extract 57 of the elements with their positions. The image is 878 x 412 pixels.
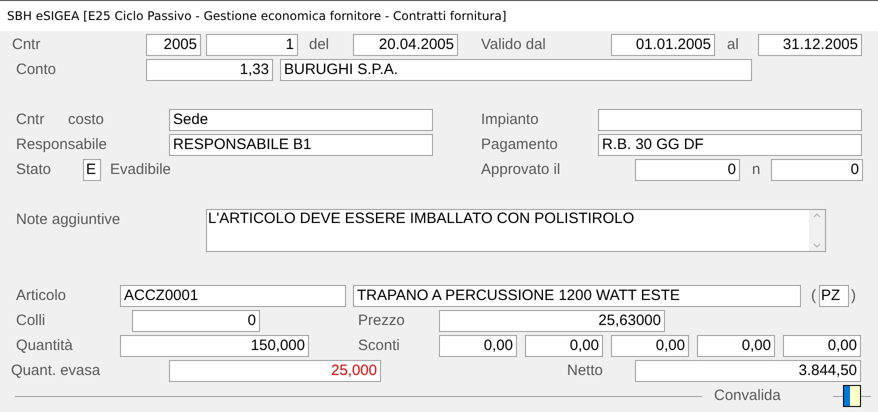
field-label: n [752,161,760,178]
field-label: del [309,36,330,53]
date-field[interactable]: 31.12.2005 [758,34,862,56]
discount-field[interactable]: 0,00 [525,335,603,357]
field-label: Valido dal [481,36,546,53]
number-field[interactable]: 1 [206,34,298,56]
field-label: al [727,36,739,53]
discount-field[interactable]: 0,00 [439,335,517,357]
approval-number-field[interactable]: 0 [771,159,863,181]
discount-field[interactable]: 0,00 [611,335,689,357]
field-label: Cntr [12,36,40,53]
field-label: Articolo [16,287,66,304]
field-label: Sconti [358,337,400,354]
field-label: Prezzo [358,312,405,329]
field-label: Approvato il [481,161,560,178]
field-label: Note aggiuntive [16,211,120,228]
cost-center-field[interactable]: Sede [169,109,433,131]
date-field[interactable]: 01.01.2005 [611,34,715,56]
discount-field[interactable]: 0,00 [783,335,861,357]
status-code-field[interactable]: E [83,159,101,181]
date-field[interactable]: 20.04.2005 [353,34,458,56]
article-code-field[interactable]: ACCZ0001 [120,285,346,307]
approval-date-field[interactable]: 0 [635,159,740,181]
field-label: Cntr [16,111,44,128]
field-label: Colli [16,312,46,329]
field-label: Quantità [16,337,73,354]
field-label: costo [68,111,104,128]
field-label: Netto [567,362,603,379]
field-label: Pagamento [481,136,558,153]
plant-field[interactable] [598,109,862,131]
field-label: Quant. evasa [11,362,100,379]
window-title: SBH eSIGEA [E25 Ciclo Passivo - Gestione economica fornitore - Contratti fornitura] [0,1,878,31]
unit-field[interactable]: PZ [819,285,849,307]
field-label: Stato [16,161,52,178]
field-label: Impianto [481,111,539,128]
parenthesis: ) [851,287,856,304]
account-code-field[interactable]: 1,33 [146,59,273,81]
field-label: Conto [16,61,56,78]
quantity-field[interactable]: 150,000 [120,335,309,357]
notes-field[interactable]: L'ARTICOLO DEVE ESSERE IMBALLATO CON POLISTIROLO [206,209,826,252]
payment-field[interactable]: R.B. 30 GG DF [598,134,862,156]
scroll-down-icon[interactable] [813,243,821,248]
account-name-field[interactable]: BURUGHI S.P.A. [280,59,752,81]
field-label: Evadibile [110,161,171,178]
field-label: Convalida [714,387,781,404]
manager-field[interactable]: RESPONSABILE B1 [169,134,433,156]
price-field[interactable]: 25,63000 [439,310,665,332]
field-label: Responsabile [16,136,107,153]
packages-field[interactable]: 0 [132,310,260,332]
validate-checkbox[interactable] [843,385,861,407]
discount-field[interactable]: 0,00 [697,335,775,357]
parenthesis: ( [811,287,816,304]
article-description-field[interactable]: TRAPANO A PERCUSSIONE 1200 WATT ESTE [353,285,801,307]
net-field[interactable]: 3.844,50 [635,360,861,382]
year-field[interactable]: 2005 [146,34,201,56]
scroll-up-icon[interactable] [813,213,821,218]
delivered-quantity-field[interactable]: 25,000 [169,360,381,382]
